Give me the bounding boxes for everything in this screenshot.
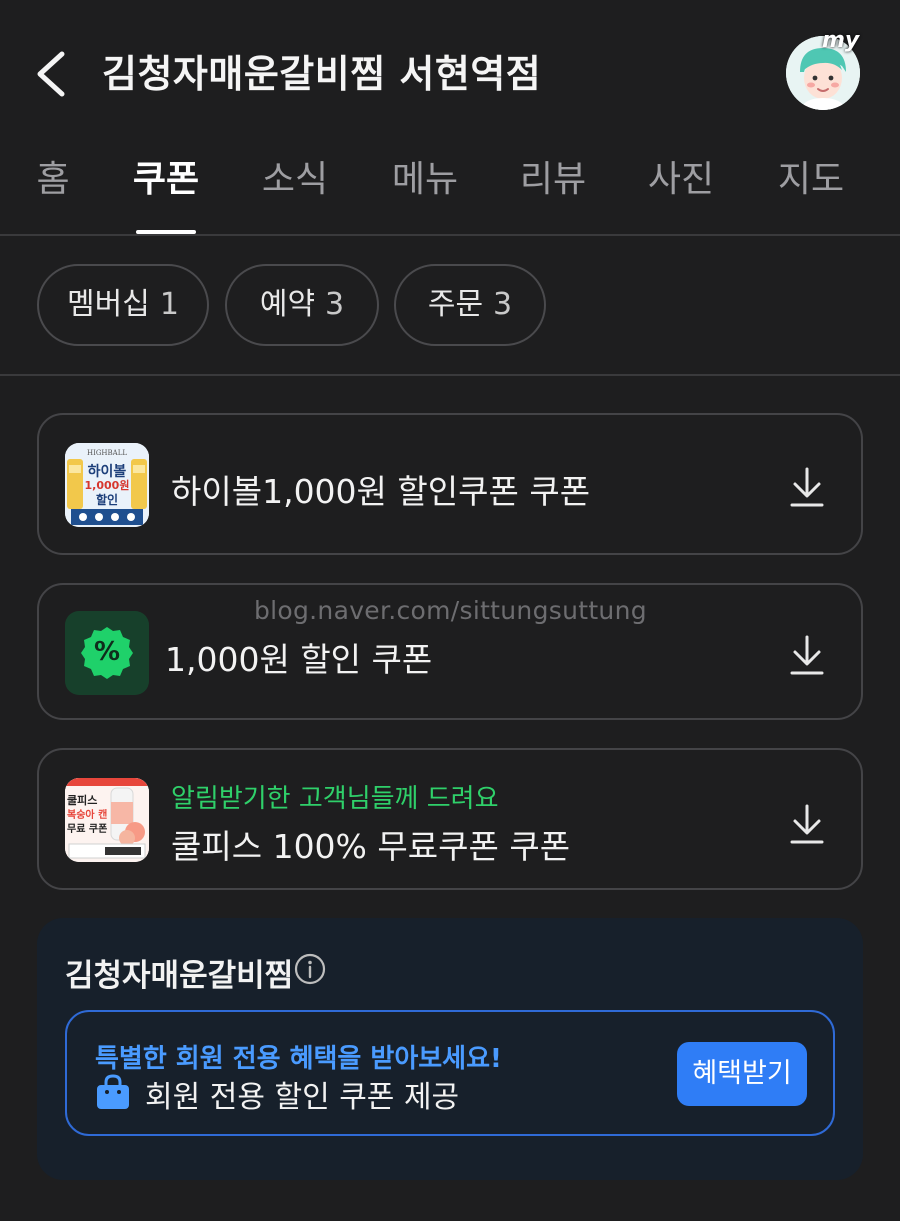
tab-photo[interactable]: 사진: [644, 158, 718, 218]
coupon-card-coolpis[interactable]: 쿨피스 복숭아 캔 무료 쿠폰 알림받기한 고객님들께 드려요 쿨피스 100%…: [37, 748, 863, 890]
percent-symbol: %: [93, 637, 121, 667]
coupon-title: 쿨피스 100% 무료쿠폰 쿠폰: [171, 827, 571, 866]
chip-reservation[interactable]: 예약 3: [225, 264, 379, 346]
coupon-title: 하이볼1,000원 할인쿠폰 쿠폰: [171, 472, 591, 511]
tab-news[interactable]: 소식: [258, 158, 332, 218]
thumb-top-text: HIGHBALL: [86, 449, 128, 457]
download-icon: [790, 467, 824, 507]
chip-label: 예약: [259, 287, 316, 322]
tab-review[interactable]: 리뷰: [516, 158, 590, 218]
download-button[interactable]: [787, 633, 827, 677]
store-coupon-page: 김청자매운갈비찜 서현역점 my 홈 쿠폰 소식 메뉴 리뷰 사진 지도 멤버십…: [0, 0, 900, 1221]
header: 김청자매운갈비찜 서현역점 my: [0, 0, 900, 140]
active-tab-indicator: [136, 230, 196, 234]
tab-home[interactable]: 홈: [30, 158, 76, 218]
shopping-bag-icon: [93, 1074, 133, 1110]
chip-order[interactable]: 주문 3: [394, 264, 546, 346]
chip-count: 3: [493, 287, 513, 322]
thumb-line2: 복숭아 캔: [67, 810, 108, 821]
coupon-title: 1,000원 할인 쿠폰: [165, 640, 433, 679]
membership-panel: 김청자매운갈비찜 특별한 회원 전용 혜택을 받아보세요! 회원 전용 할인 쿠…: [37, 918, 863, 1180]
coupon-subtitle: 알림받기한 고객님들께 드려요: [171, 784, 499, 814]
download-button[interactable]: [787, 802, 827, 846]
coupon-card-highball[interactable]: HIGHBALL 하이볼 1,000원 할인 하이볼1,000원 할인쿠폰 쿠폰: [37, 413, 863, 555]
back-button[interactable]: [30, 44, 74, 104]
chip-count: 1: [159, 287, 179, 322]
info-icon: [294, 953, 326, 985]
get-benefit-button[interactable]: 혜택받기: [677, 1042, 807, 1106]
download-icon: [790, 804, 824, 844]
download-icon: [790, 635, 824, 675]
tab-menu[interactable]: 메뉴: [388, 158, 462, 218]
membership-description: 회원 전용 할인 쿠폰 제공: [145, 1080, 460, 1115]
chevron-left-icon: [37, 51, 65, 97]
thumb-label-text: 할인: [95, 493, 119, 507]
download-button[interactable]: [787, 465, 827, 509]
chip-label: 멤버십: [67, 287, 150, 322]
thumb-line3: 무료 쿠폰: [67, 824, 108, 835]
membership-promo: 특별한 회원 전용 혜택을 받아보세요!: [95, 1044, 502, 1074]
chip-membership[interactable]: 멤버십 1: [37, 264, 209, 346]
tab-bar: 홈 쿠폰 소식 메뉴 리뷰 사진 지도: [0, 140, 900, 236]
coupon-filter-chips: 멤버십 1 예약 3 주문 3: [0, 236, 900, 376]
tab-coupon[interactable]: 쿠폰: [130, 158, 202, 218]
coupon-thumbnail: HIGHBALL 하이볼 1,000원 할인: [65, 443, 149, 527]
watermark: blog.naver.com/sittungsuttung: [254, 596, 647, 625]
coupon-thumbnail: 쿨피스 복숭아 캔 무료 쿠폰: [65, 778, 149, 862]
membership-title: 김청자매운갈비찜: [65, 958, 294, 994]
coupon-thumbnail: %: [65, 611, 149, 695]
page-title: 김청자매운갈비찜 서현역점: [102, 52, 542, 96]
chip-count: 3: [325, 287, 345, 322]
chip-label: 주문: [427, 287, 484, 322]
avatar-badge: my: [822, 28, 860, 53]
info-button[interactable]: [293, 952, 327, 986]
tab-map[interactable]: 지도: [774, 158, 848, 218]
membership-benefit-box: 특별한 회원 전용 혜택을 받아보세요! 회원 전용 할인 쿠폰 제공 혜택받기: [65, 1010, 835, 1136]
